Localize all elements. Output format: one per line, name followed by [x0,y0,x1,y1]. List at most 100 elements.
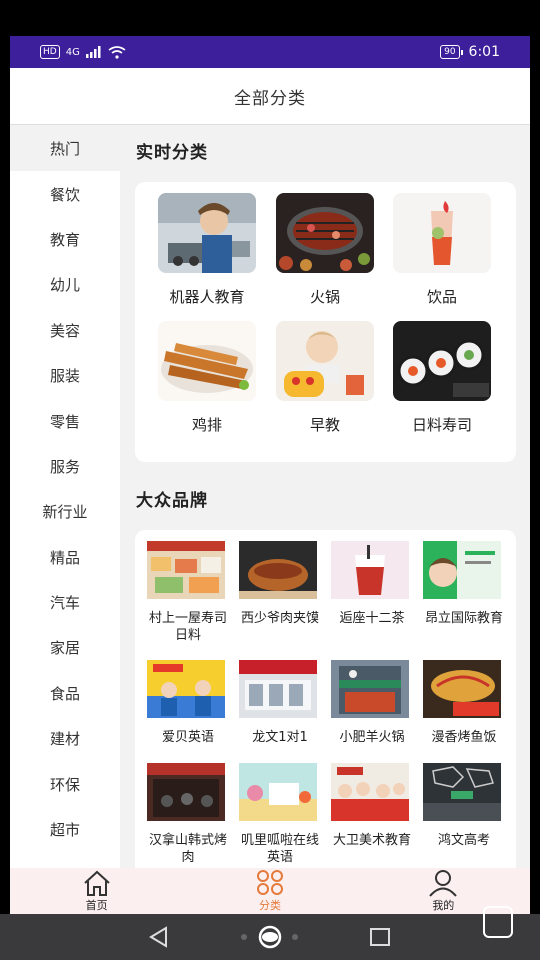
brand-item[interactable]: 昂立国际教育 [423,541,505,627]
brand-item[interactable]: 叽里呱啦在线英语 [239,763,321,866]
system-navigation-bar [0,914,540,960]
brand-item[interactable]: 村上一屋寿司日料 [147,541,229,644]
category-label: 火锅 [309,288,340,306]
wifi-icon [108,45,126,59]
brand-photo [423,660,501,718]
category-content[interactable]: 实时分类 机器人教育 火锅 饮品 鸡排 早教 日料寿司 大众品牌 村上一屋寿司日… [120,126,530,870]
brand-item[interactable]: 鸿文高考 [423,763,505,849]
brand-item[interactable]: 西少爷肉夹馍 [239,541,321,627]
sidebar-item-supermarket[interactable]: 超市 [10,807,120,852]
brand-label: 西少爷肉夹馍 [240,611,319,626]
brands-section-title: 大众品牌 [136,491,208,511]
clock: 6:01 [468,44,500,60]
brand-item[interactable]: 小肥羊火锅 [331,660,413,746]
category-icon [256,870,283,895]
sidebar-item-eco[interactable]: 环保 [10,761,120,806]
floating-clipboard-icon[interactable] [483,906,513,938]
home-button-icon[interactable] [258,925,282,949]
category-robot-education[interactable]: 机器人教育 [152,193,262,307]
category-early-education[interactable]: 早教 [270,321,380,435]
recents-icon[interactable] [370,928,390,946]
chicken-cutlet-photo [158,321,256,401]
brand-label: 汉拿山韩式烤肉 [148,833,227,865]
hd-badge: HD [40,45,60,59]
back-icon[interactable] [148,926,170,948]
category-label: 机器人教育 [169,288,245,306]
sidebar-item-label: 美容 [49,321,80,340]
brand-label: 鸿文高考 [437,833,490,848]
sidebar-item-education[interactable]: 教育 [10,217,120,262]
category-drink[interactable]: 饮品 [387,193,497,307]
realtime-category-card: 机器人教育 火锅 饮品 鸡排 早教 日料寿司 [135,182,516,462]
brand-label: 龙文1对1 [252,730,308,745]
sidebar-item-clothing[interactable]: 服装 [10,353,120,398]
page-dot [292,934,298,940]
sidebar-item-auto[interactable]: 汽车 [10,580,120,625]
nav-label: 我的 [432,899,455,912]
brand-photo [239,660,317,718]
brand-label: 叽里呱啦在线英语 [240,833,319,865]
page-header: 全部分类 [10,68,530,125]
page-title: 全部分类 [234,88,306,109]
brand-item[interactable]: 漫香烤鱼饭 [423,660,505,746]
brand-photo [147,541,225,599]
sidebar-item-label: 热门 [49,140,80,159]
signal-label: 4G [65,46,80,58]
sidebar-item-label: 幼儿 [49,276,80,295]
brand-item[interactable]: 龙文1对1 [239,660,321,746]
sidebar-item-label: 教育 [49,230,80,249]
sidebar-item-label: 家居 [49,639,80,658]
brand-item[interactable]: 逅座十二茶 [331,541,413,627]
robot-education-photo [158,193,256,273]
brand-item[interactable]: 爱贝英语 [147,660,229,746]
category-label: 鸡排 [191,416,222,434]
sidebar-item-label: 零售 [49,412,80,431]
sidebar-item-new-industry[interactable]: 新行业 [10,489,120,534]
brand-photo [239,541,317,599]
brand-label: 大卫美术教育 [332,833,411,848]
nav-label: 分类 [258,899,281,912]
brand-photo [239,763,317,821]
battery-level: 90 [440,45,460,59]
brand-item[interactable]: 汉拿山韩式烤肉 [147,763,229,866]
sidebar-item-label: 超市 [49,821,80,840]
sidebar-item-retail[interactable]: 零售 [10,398,120,443]
category-chicken-cutlet[interactable]: 鸡排 [152,321,262,435]
screen-top-bezel [0,0,540,36]
category-sidebar[interactable]: 热门 餐饮 教育 幼儿 美容 服装 零售 服务 新行业 精品 汽车 家居 食品 … [10,126,120,868]
category-label: 饮品 [426,288,457,306]
battery-icon: 90 [440,45,463,59]
sidebar-item-boutique[interactable]: 精品 [10,535,120,580]
brand-photo [423,763,501,821]
sidebar-item-beauty[interactable]: 美容 [10,308,120,353]
brand-item[interactable]: 大卫美术教育 [331,763,413,849]
sidebar-item-service[interactable]: 服务 [10,444,120,489]
sidebar-item-label: 环保 [49,775,80,794]
sidebar-item-home[interactable]: 家居 [10,625,120,670]
sidebar-item-hot[interactable]: 热门 [10,126,120,172]
drink-photo [393,193,491,273]
sidebar-item-building[interactable]: 建材 [10,716,120,761]
nav-label: 首页 [85,899,108,912]
sidebar-item-infant[interactable]: 幼儿 [10,262,120,307]
app-screen: 全部分类 热门 餐饮 教育 幼儿 美容 服装 零售 服务 新行业 精品 汽车 家… [10,68,530,914]
signal-icon [85,46,101,58]
brand-photo [423,541,501,599]
sidebar-item-label: 餐饮 [49,185,80,204]
hotpot-photo [276,193,374,273]
brand-label: 昂立国际教育 [424,611,503,626]
sidebar-item-food[interactable]: 食品 [10,671,120,716]
brand-label: 逅座十二茶 [339,611,405,626]
sidebar-item-label: 服务 [49,457,80,476]
nav-home[interactable]: 首页 [37,869,157,913]
sushi-photo [393,321,491,401]
category-sushi[interactable]: 日料寿司 [387,321,497,435]
category-hotpot[interactable]: 火锅 [270,193,380,307]
realtime-section-title: 实时分类 [136,143,208,163]
sidebar-item-label: 精品 [49,548,80,567]
sidebar-item-label: 新行业 [42,503,88,522]
early-education-photo [276,321,374,401]
sidebar-item-catering[interactable]: 餐饮 [10,171,120,216]
profile-icon [429,870,458,897]
nav-category[interactable]: 分类 [210,869,330,913]
